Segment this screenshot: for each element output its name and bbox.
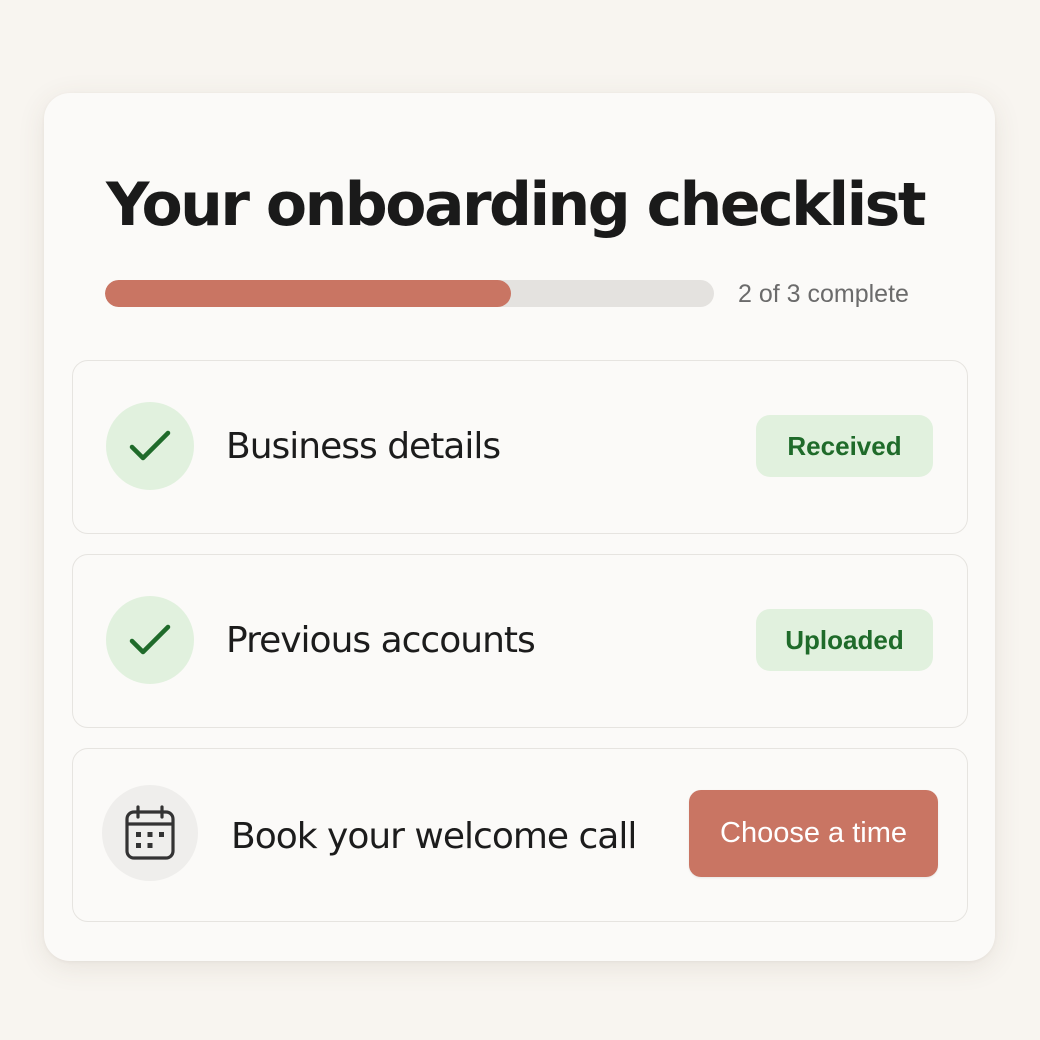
task-item-welcome-call: Book your welcome call Choose a time xyxy=(72,748,968,922)
task-complete-indicator xyxy=(106,596,194,684)
check-icon xyxy=(129,430,171,461)
task-list: Business details Received Previous accou… xyxy=(72,360,968,922)
task-label: Book your welcome call xyxy=(231,816,637,857)
task-label: Previous accounts xyxy=(226,620,536,661)
status-badge-uploaded: Uploaded xyxy=(756,609,933,671)
calendar-icon xyxy=(125,805,175,860)
progress-bar-fill xyxy=(105,280,511,307)
task-item-previous-accounts: Previous accounts Uploaded xyxy=(72,554,968,728)
page-title: Your onboarding checklist xyxy=(106,170,927,240)
task-pending-indicator xyxy=(102,785,198,881)
status-badge-received: Received xyxy=(756,415,933,477)
task-label: Business details xyxy=(226,426,501,467)
task-item-business-details: Business details Received xyxy=(72,360,968,534)
onboarding-checklist-card: Your onboarding checklist 2 of 3 complet… xyxy=(44,93,995,961)
check-icon xyxy=(129,624,171,655)
task-complete-indicator xyxy=(106,402,194,490)
progress-text: 2 of 3 complete xyxy=(738,280,909,308)
choose-a-time-button[interactable]: Choose a time xyxy=(689,790,938,877)
progress-bar xyxy=(105,280,714,307)
